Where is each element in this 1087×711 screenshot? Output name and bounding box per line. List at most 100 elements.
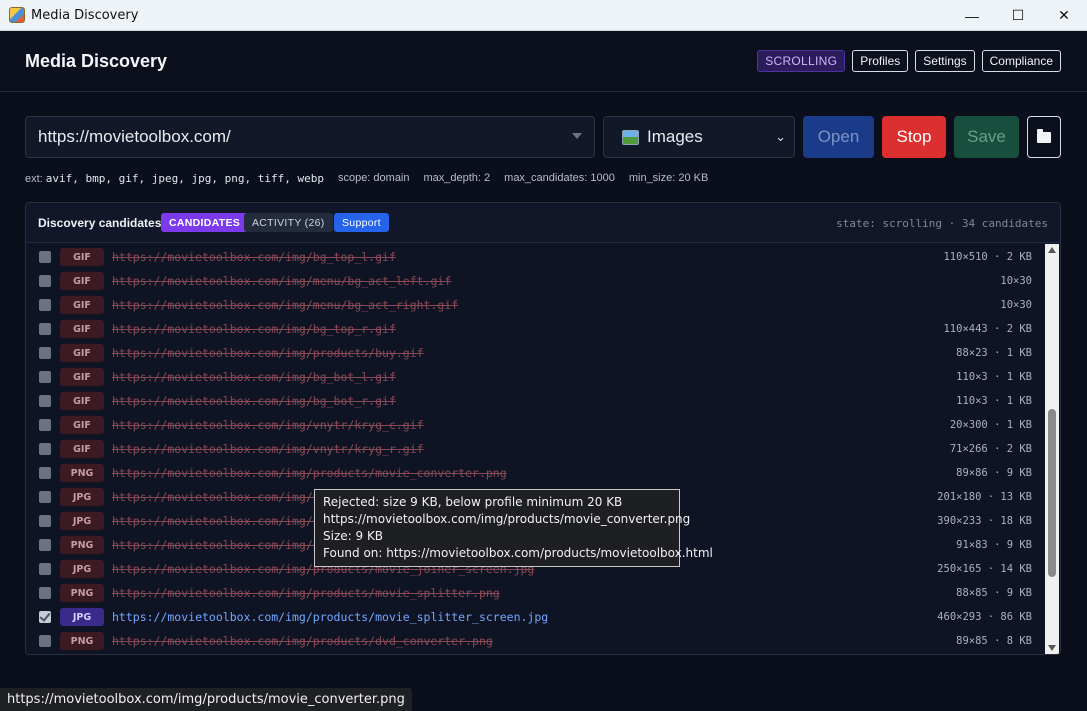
candidate-row[interactable]: GIF https://movietoolbox.com/img/bg_top_r… [26,316,1046,340]
min-size-summary: min_size: 20 KB [628,172,709,184]
candidate-checkbox[interactable] [39,587,51,599]
status-url: https://movietoolbox.com/img/products/mo… [7,692,405,707]
candidate-checkbox[interactable] [39,467,51,479]
open-button[interactable]: Open [803,116,874,158]
candidate-row[interactable]: PNG https://movietoolbox.com/img/products… [26,628,1046,652]
candidate-checkbox[interactable] [39,515,51,527]
candidate-url[interactable]: https://movietoolbox.com/img/bg_top_l.gi… [112,250,396,264]
candidate-checkbox[interactable] [39,251,51,263]
candidate-checkbox[interactable] [39,371,51,383]
candidate-url[interactable]: https://movietoolbox.com/img/products/mo… [112,466,507,480]
app-icon [9,7,25,23]
candidate-row[interactable]: GIF https://movietoolbox.com/img/bg_bot_l… [26,364,1046,388]
tooltip-url: https://movietoolbox.com/img/products/mo… [323,512,691,526]
candidate-checkbox[interactable] [39,275,51,287]
candidate-checkbox[interactable] [39,323,51,335]
candidate-row[interactable]: GIF https://movietoolbox.com/img/menu/bg_… [26,292,1046,316]
scroll-thumb[interactable] [1048,409,1056,577]
candidate-dims: 88×85 · 9 KB [956,587,1032,599]
format-badge: PNG [60,536,104,554]
media-type-select[interactable]: Images ⌄ [603,116,795,158]
format-badge: GIF [60,368,104,386]
url-input[interactable]: https://movietoolbox.com/ [25,116,595,158]
format-badge: JPG [60,488,104,506]
tooltip-found-on: Found on: https://movietoolbox.com/produ… [323,546,713,560]
candidate-url[interactable]: https://movietoolbox.com/img/menu/bg_act… [112,298,458,312]
ext-value: avif, bmp, gif, jpeg, jpg, png, tiff, we… [45,172,324,185]
format-badge: GIF [60,344,104,362]
candidate-checkbox[interactable] [39,347,51,359]
candidate-url[interactable]: https://movietoolbox.com/img/pr [112,538,327,552]
scroll-up-icon[interactable] [1048,247,1056,253]
candidate-checkbox[interactable] [39,395,51,407]
format-badge: GIF [60,416,104,434]
candidate-url[interactable]: https://movietoolbox.com/img/vnytr/kryg_… [112,418,424,432]
candidate-url[interactable]: https://movietoolbox.com/img/products/bu… [112,346,424,360]
candidate-checkbox[interactable] [39,299,51,311]
candidate-url[interactable]: https://movietoolbox.com/img/pr [112,490,327,504]
app-header: Media Discovery SCROLLING Profiles Setti… [0,31,1087,92]
candidate-dims: 89×85 · 8 KB [956,635,1032,647]
candidate-url[interactable]: https://movietoolbox.com/img/vnytr/kryg_… [112,442,424,456]
candidate-url[interactable]: https://movietoolbox.com/img/products/mo… [112,586,500,600]
support-button[interactable]: Support [334,213,389,232]
url-input-value: https://movietoolbox.com/ [38,127,231,146]
candidate-checkbox[interactable] [39,491,51,503]
candidate-dims: 89×86 · 9 KB [956,467,1032,479]
candidate-url[interactable]: https://movietoolbox.com/img/menu/bg_act… [112,274,451,288]
candidate-checkbox[interactable] [39,635,51,647]
candidate-row[interactable]: PNG https://movietoolbox.com/img/products… [26,460,1046,484]
candidate-url[interactable]: https://movietoolbox.com/img/pr [112,514,327,528]
list-scrollbar[interactable] [1045,244,1059,654]
link-status-bar: https://movietoolbox.com/img/products/mo… [0,688,412,711]
save-button[interactable]: Save [954,116,1019,158]
tab-activity[interactable]: ACTIVITY (26) [244,213,333,232]
candidate-row[interactable]: PNG https://movietoolbox.com/img/products… [26,580,1046,604]
candidate-row[interactable]: GIF https://movietoolbox.com/img/menu/bg_… [26,268,1046,292]
app-title: Media Discovery [25,51,168,71]
candidate-row[interactable]: GIF https://movietoolbox.com/img/bg_top_l… [26,244,1046,268]
candidate-dims: 110×3 · 1 KB [956,395,1032,407]
media-type-value: Images [647,127,703,146]
candidate-dims: 10×30 [1000,275,1032,287]
candidate-checkbox[interactable] [39,419,51,431]
candidate-dims: 20×300 · 1 KB [949,419,1032,431]
candidate-dims: 250×165 · 14 KB [937,563,1032,575]
format-badge: GIF [60,320,104,338]
open-folder-button[interactable] [1027,116,1061,158]
candidate-row[interactable]: GIF https://movietoolbox.com/img/vnytr/kr… [26,436,1046,460]
candidate-url[interactable]: https://movietoolbox.com/img/products/mo… [112,610,548,624]
header-actions: SCROLLING Profiles Settings Compliance [757,50,1061,72]
candidate-row[interactable]: GIF https://movietoolbox.com/img/bg_bot_r… [26,388,1046,412]
candidates-panel: Discovery candidates CANDIDATES ACTIVITY… [25,202,1061,655]
close-button[interactable]: ✕ [1041,0,1087,31]
candidate-checkbox[interactable] [39,563,51,575]
format-badge: PNG [60,464,104,482]
format-badge: GIF [60,272,104,290]
minimize-button[interactable]: — [949,0,995,31]
candidate-row[interactable]: JPG https://movietoolbox.com/img/products… [26,604,1046,628]
candidate-row[interactable]: GIF https://movietoolbox.com/img/products… [26,340,1046,364]
candidate-checkbox[interactable] [39,443,51,455]
candidate-row[interactable]: GIF https://movietoolbox.com/img/vnytr/kr… [26,412,1046,436]
compliance-button[interactable]: Compliance [981,50,1061,72]
tab-candidates[interactable]: CANDIDATES [161,213,249,232]
scroll-down-icon[interactable] [1048,645,1056,651]
state-badge: SCROLLING [757,50,846,72]
candidate-url[interactable]: https://movietoolbox.com/img/bg_bot_r.gi… [112,394,396,408]
candidate-checkbox[interactable] [39,539,51,551]
maximize-button[interactable]: ☐ [995,0,1041,31]
candidate-url[interactable]: https://movietoolbox.com/img/bg_bot_l.gi… [112,370,396,384]
candidate-dims: 110×3 · 1 KB [956,371,1032,383]
candidate-url[interactable]: https://movietoolbox.com/img/bg_top_r.gi… [112,322,396,336]
candidate-url[interactable]: https://movietoolbox.com/img/products/dv… [112,634,493,648]
profiles-button[interactable]: Profiles [852,50,909,72]
rejection-tooltip: Rejected: size 9 KB, below profile minim… [314,489,713,567]
ext-summary: ext: avif, bmp, gif, jpeg, jpg, png, tif… [25,172,324,185]
candidate-checkbox[interactable] [39,611,51,623]
stop-button[interactable]: Stop [882,116,946,158]
candidate-dims: 390×233 · 18 KB [937,515,1032,527]
candidate-list[interactable]: GIF https://movietoolbox.com/img/bg_top_l… [26,244,1046,654]
url-dropdown-caret-icon[interactable] [572,133,582,139]
settings-button[interactable]: Settings [915,50,975,72]
